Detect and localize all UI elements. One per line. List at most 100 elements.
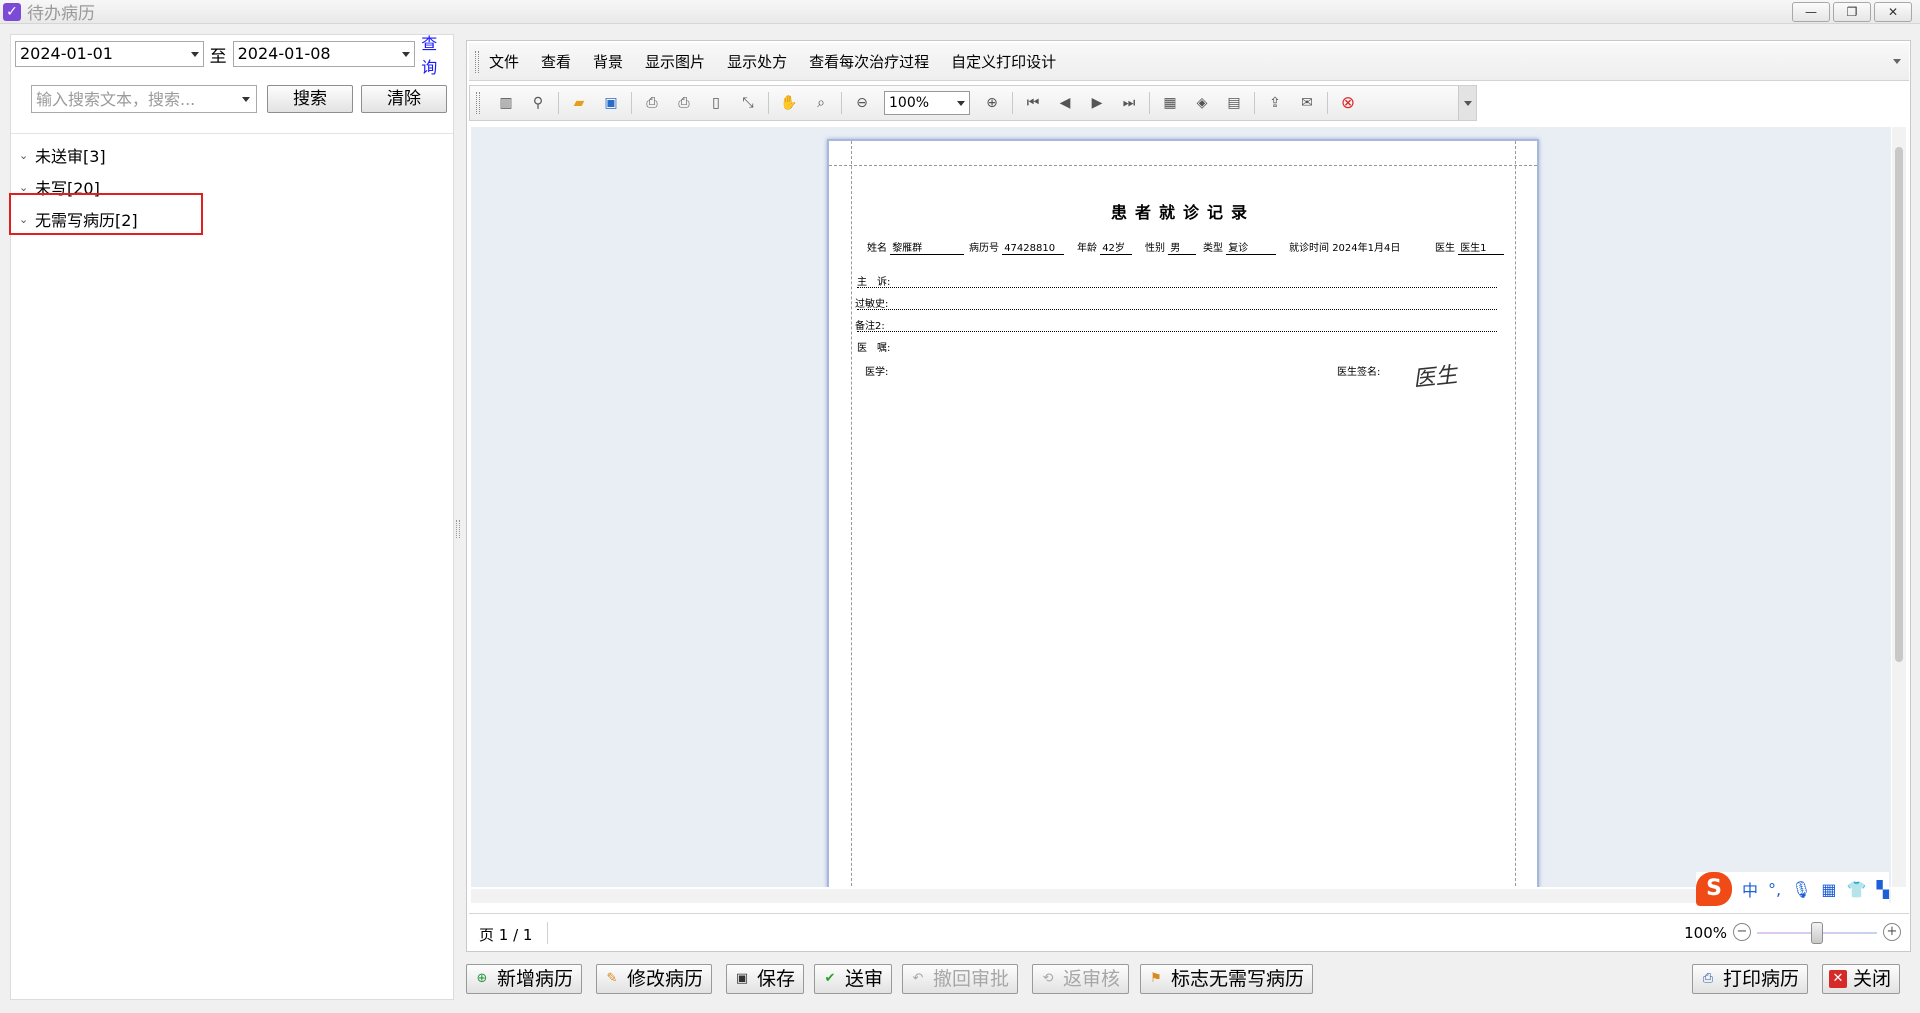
save-icon[interactable]: ▣ xyxy=(600,92,622,114)
print-preview-panel: 文件 查看 背景 显示图片 显示处方 查看每次治疗过程 自定义打印设计 ▥ ⚲ … xyxy=(466,40,1911,952)
zoom-out-icon[interactable]: ⊖ xyxy=(851,92,873,114)
previous-page-icon[interactable]: ◀ xyxy=(1054,92,1076,114)
date-from-value: 2024-01-01 xyxy=(20,44,113,63)
save-button[interactable]: ▣ 保存 xyxy=(726,964,805,994)
field-label: 病历号 xyxy=(969,243,999,254)
close-button[interactable]: ✕ 关闭 xyxy=(1822,964,1901,994)
close-window-button[interactable]: ✕ xyxy=(1874,2,1912,22)
page-setup-icon[interactable]: ▯ xyxy=(705,92,727,114)
field-label: 年龄 xyxy=(1077,243,1097,254)
toolbar-overflow-button[interactable] xyxy=(1458,86,1476,120)
chevron-down-icon[interactable]: ⌄ xyxy=(19,149,35,162)
line-diagnosis: 医 嘱: xyxy=(857,343,891,354)
preview-canvas[interactable]: 患者就诊记录 姓名 黎雁群 病历号 47428810 年龄 42岁 性别 男 类… xyxy=(471,127,1891,887)
zoom-out-icon[interactable]: − xyxy=(1733,923,1751,941)
scale-icon[interactable]: ⤡ xyxy=(737,92,759,114)
tree-item-unsent[interactable]: ⌄ 未送审[3] xyxy=(19,139,138,171)
minimize-button[interactable]: — xyxy=(1792,2,1830,22)
binoculars-icon[interactable]: ⚲ xyxy=(527,92,549,114)
print-record-button[interactable]: ⎙ 打印病历 xyxy=(1692,964,1809,994)
query-link[interactable]: 查询 xyxy=(421,30,453,78)
document-map-icon[interactable]: ▥ xyxy=(495,92,517,114)
menu-show-prescription[interactable]: 显示处方 xyxy=(727,51,787,72)
menu-view[interactable]: 查看 xyxy=(541,51,571,72)
menu-treatment-process[interactable]: 查看每次治疗过程 xyxy=(809,51,929,72)
export-icon[interactable]: ⇪ xyxy=(1264,92,1286,114)
search-input[interactable] xyxy=(32,86,232,112)
chevron-down-icon[interactable] xyxy=(957,101,965,106)
dotted-line xyxy=(857,331,1497,332)
email-icon[interactable]: ✉ xyxy=(1296,92,1318,114)
highlight-box xyxy=(9,193,203,235)
zoom-combo[interactable]: 100% xyxy=(884,91,970,115)
send-review-button[interactable]: ✔ 送审 xyxy=(814,964,893,994)
zoom-percent: 100% xyxy=(1684,924,1727,942)
color-icon[interactable]: ◈ xyxy=(1191,92,1213,114)
toolbar-separator xyxy=(1254,92,1255,114)
clear-button[interactable]: 清除 xyxy=(361,85,447,113)
sogou-logo-icon[interactable]: S xyxy=(1696,872,1732,906)
quick-print-icon[interactable]: ⎙ xyxy=(673,92,695,114)
menu-background[interactable]: 背景 xyxy=(593,51,623,72)
close-preview-icon[interactable]: ⊗ xyxy=(1337,92,1359,114)
scroll-thumb[interactable] xyxy=(1895,147,1903,662)
date-to-picker[interactable]: 2024-01-08 xyxy=(232,41,416,67)
toolbar-separator xyxy=(768,92,769,114)
vertical-scrollbar[interactable] xyxy=(1892,127,1906,887)
multiple-pages-icon[interactable]: ▦ xyxy=(1159,92,1181,114)
toolbox-icon[interactable]: ▚ xyxy=(1876,880,1888,899)
menu-bar: 文件 查看 背景 显示图片 显示处方 查看每次治疗过程 自定义打印设计 xyxy=(469,43,1909,81)
print-icon[interactable]: ⎙ xyxy=(641,92,663,114)
margin-guide xyxy=(1515,141,1516,887)
skin-icon[interactable]: 👕 xyxy=(1847,880,1867,899)
toolbar-separator xyxy=(631,92,632,114)
field-record-no: 病历号 47428810 xyxy=(969,239,1065,255)
title-bar: ✓ 待办病历 — ❐ ✕ xyxy=(0,0,1920,24)
add-record-button[interactable]: ⊕ 新增病历 xyxy=(466,964,583,994)
save-label: 保存 xyxy=(757,968,796,990)
grip-handle[interactable] xyxy=(476,92,480,114)
restore-button[interactable]: ❐ xyxy=(1833,2,1871,22)
zoom-in-icon[interactable]: ⊕ xyxy=(981,92,1003,114)
field-label: 就诊时间 xyxy=(1289,243,1329,254)
magnifier-icon[interactable]: ⌕ xyxy=(810,92,832,114)
keyboard-icon[interactable]: ▦ xyxy=(1821,880,1836,899)
first-page-icon[interactable]: ⏮ xyxy=(1022,92,1044,114)
chevron-down-icon[interactable] xyxy=(1893,59,1901,64)
grip-handle[interactable] xyxy=(475,50,479,73)
checkbox-app-icon: ✓ xyxy=(3,2,21,21)
search-button[interactable]: 搜索 xyxy=(267,85,353,113)
return-icon: ⟲ xyxy=(1042,971,1054,986)
date-to-value: 2024-01-08 xyxy=(237,44,331,63)
menu-show-image[interactable]: 显示图片 xyxy=(645,51,705,72)
date-from-picker[interactable]: 2024-01-01 xyxy=(15,41,204,67)
horizontal-scrollbar[interactable] xyxy=(471,889,1891,903)
open-folder-icon[interactable]: ▰ xyxy=(568,92,590,114)
chevron-down-icon[interactable] xyxy=(242,97,250,102)
date-range-row: 2024-01-01 至 2024-01-08 查询 xyxy=(15,34,453,77)
hand-icon[interactable]: ✋ xyxy=(778,92,800,114)
toolbar-separator xyxy=(1327,92,1328,114)
print-record-label: 打印病历 xyxy=(1723,968,1800,990)
watermark-icon[interactable]: ▤ xyxy=(1223,92,1245,114)
return-review-button[interactable]: ⟲ 返审核 xyxy=(1032,964,1130,994)
menu-custom-print-design[interactable]: 自定义打印设计 xyxy=(951,51,1056,72)
left-panel: 2024-01-01 至 2024-01-08 查询 搜索 清除 ⌄ 未送审[3… xyxy=(9,34,454,1000)
menu-file[interactable]: 文件 xyxy=(489,51,519,72)
revoke-approval-button[interactable]: ↶ 撤回审批 xyxy=(902,964,1019,994)
ime-toolbar[interactable]: S 中 °, 🎙 ▦ 👕 ▚ xyxy=(1696,872,1889,906)
last-page-icon[interactable]: ⏭ xyxy=(1118,92,1140,114)
zoom-in-icon[interactable]: + xyxy=(1883,923,1901,941)
chevron-down-icon[interactable]: ⌄ xyxy=(19,181,35,194)
mark-no-record-button[interactable]: ⚑ 标志无需写病历 xyxy=(1140,964,1314,994)
field-visit-time: 就诊时间 2024年1月4日 xyxy=(1289,239,1400,254)
microphone-icon[interactable]: 🎙 xyxy=(1791,880,1811,899)
next-page-icon[interactable]: ▶ xyxy=(1086,92,1108,114)
zoom-slider-thumb[interactable] xyxy=(1811,922,1823,944)
search-combo[interactable] xyxy=(31,85,257,113)
edit-record-button[interactable]: ✎ 修改病历 xyxy=(596,964,713,994)
ime-mode[interactable]: 中 xyxy=(1742,877,1758,901)
punctuation-icon[interactable]: °, xyxy=(1768,880,1781,899)
field-label: 类型 xyxy=(1203,243,1223,254)
panel-splitter[interactable] xyxy=(456,520,460,538)
